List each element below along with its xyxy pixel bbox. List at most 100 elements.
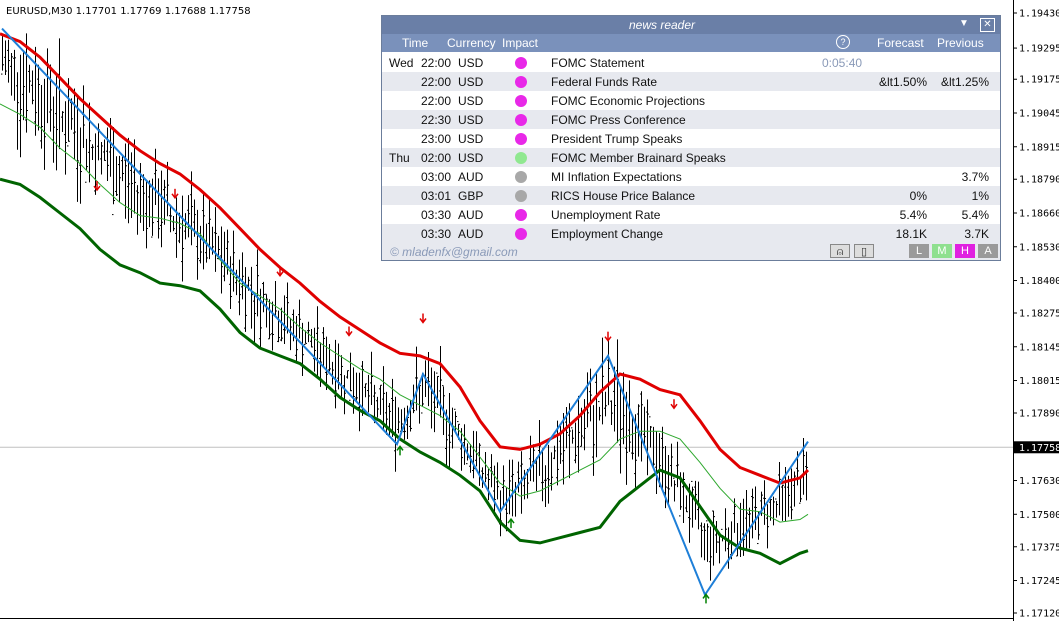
price-bar — [115, 156, 118, 197]
help-icon[interactable]: ? — [836, 35, 850, 49]
price-bar — [142, 174, 145, 231]
price-bar — [790, 468, 793, 520]
price-bar — [472, 430, 475, 479]
news-title-bar[interactable]: news reader ▼ ✕ — [382, 16, 1000, 34]
price-bar — [703, 523, 706, 561]
bell-icon[interactable]: ⍝ — [830, 244, 850, 258]
price-bar — [19, 54, 22, 158]
price-bar — [610, 400, 613, 425]
price-bar — [781, 484, 784, 521]
price-tick-label: 1.17375 — [1019, 542, 1059, 553]
price-bar — [310, 329, 313, 348]
price-bar — [196, 209, 199, 280]
news-title-text: FOMC Member Brainard Speaks — [551, 151, 726, 165]
price-bar — [505, 487, 508, 532]
price-bar — [232, 230, 235, 292]
news-currency: AUD — [458, 170, 484, 184]
price-bar — [103, 139, 106, 161]
dropdown-icon[interactable]: ▼ — [956, 18, 972, 32]
price-bar — [448, 393, 451, 469]
price-tick-label: 1.18530 — [1019, 242, 1059, 253]
impact-dot-icon — [515, 228, 527, 240]
news-row[interactable]: 03:30 AUD Unemployment Rate 5.4% 5.4% — [382, 205, 1000, 224]
news-previous: 5.4% — [961, 208, 989, 222]
news-time: 03:00 — [420, 170, 451, 184]
price-bar — [64, 101, 67, 175]
price-tick-label: 1.19175 — [1019, 75, 1059, 86]
clipboard-icon[interactable]: ▯ — [854, 244, 874, 258]
price-bar — [298, 299, 301, 339]
price-bar — [364, 383, 367, 398]
price-tick-label: 1.18660 — [1019, 209, 1059, 220]
news-row[interactable]: Wed 22:00 USD FOMC Statement 0:05:40 — [382, 53, 1000, 72]
news-forecast: &lt1.50% — [878, 75, 927, 89]
filter-all-button[interactable]: A — [978, 244, 998, 258]
price-bar — [49, 64, 52, 132]
price-bar — [601, 337, 604, 425]
news-title-text: MI Inflation Expectations — [551, 170, 682, 184]
price-tick-label: 1.17245 — [1019, 576, 1059, 587]
close-icon[interactable]: ✕ — [980, 18, 995, 32]
filter-low-button[interactable]: L — [909, 244, 929, 258]
impact-dot-icon — [515, 209, 527, 221]
price-bar — [622, 372, 625, 445]
price-bar — [130, 152, 133, 219]
news-row[interactable]: Thu 02:00 USD FOMC Member Brainard Speaks — [382, 148, 1000, 167]
price-bar — [355, 372, 358, 401]
impact-dot-icon — [515, 190, 527, 202]
price-bar — [277, 310, 280, 343]
impact-dot-icon — [515, 95, 527, 107]
sell-arrow-icon — [670, 399, 678, 410]
news-forecast: 18.1K — [895, 227, 927, 241]
price-bar — [616, 339, 619, 443]
price-bar — [799, 475, 802, 504]
price-bar — [238, 259, 241, 316]
price-bar — [499, 490, 502, 537]
header-previous: Previous — [937, 36, 984, 50]
price-tick-label: 1.18275 — [1019, 309, 1059, 320]
price-bar — [121, 154, 124, 182]
news-row[interactable]: 03:00 AUD MI Inflation Expectations 3.7% — [382, 167, 1000, 186]
price-bar — [346, 370, 349, 379]
price-bar — [187, 195, 190, 238]
price-bar — [370, 351, 373, 406]
price-bar — [487, 469, 490, 501]
news-row[interactable]: 03:01 GBP RICS House Price Balance 0% 1% — [382, 186, 1000, 205]
price-tick-label: 1.17630 — [1019, 476, 1059, 487]
price-bar — [283, 295, 286, 344]
price-bar — [382, 366, 385, 431]
news-time: 23:00 — [420, 132, 451, 146]
news-currency: USD — [458, 132, 484, 146]
news-currency: AUD — [458, 227, 484, 241]
price-bar — [55, 74, 58, 171]
news-currency: USD — [458, 94, 484, 108]
news-title-text: President Trump Speaks — [551, 132, 683, 146]
news-row[interactable]: 22:30 USD FOMC Press Conference — [382, 110, 1000, 129]
price-bar — [673, 477, 676, 502]
price-bar — [358, 372, 361, 432]
price-bar — [13, 49, 16, 101]
price-bar — [541, 448, 544, 502]
impact-dot-icon — [515, 133, 527, 145]
price-bar — [223, 231, 226, 282]
price-bar — [16, 72, 19, 150]
price-bar — [208, 197, 211, 260]
news-row[interactable]: 03:30 AUD Employment Change 18.1K 3.7K — [382, 224, 1000, 243]
price-bar — [433, 371, 436, 433]
news-reader-panel: news reader ▼ ✕ Time Currency Impact ? F… — [381, 15, 1001, 261]
price-bar — [40, 85, 43, 149]
symbol-header: EURUSD,M30 1.17701 1.17769 1.17688 1.177… — [6, 6, 251, 17]
filter-medium-button[interactable]: M — [932, 244, 952, 258]
news-row[interactable]: 22:00 USD FOMC Economic Projections — [382, 91, 1000, 110]
filter-high-button[interactable]: H — [955, 244, 975, 258]
price-bar — [547, 444, 550, 504]
price-bar — [562, 412, 565, 485]
price-bar — [157, 178, 160, 239]
price-bar — [793, 471, 796, 507]
price-bar — [271, 301, 274, 351]
header-time: Time — [402, 36, 429, 50]
news-row[interactable]: 22:00 USD Federal Funds Rate &lt1.50% &lt1.2… — [382, 72, 1000, 91]
news-row[interactable]: 23:00 USD President Trump Speaks — [382, 129, 1000, 148]
price-bar — [724, 508, 727, 552]
price-bar — [646, 399, 649, 476]
